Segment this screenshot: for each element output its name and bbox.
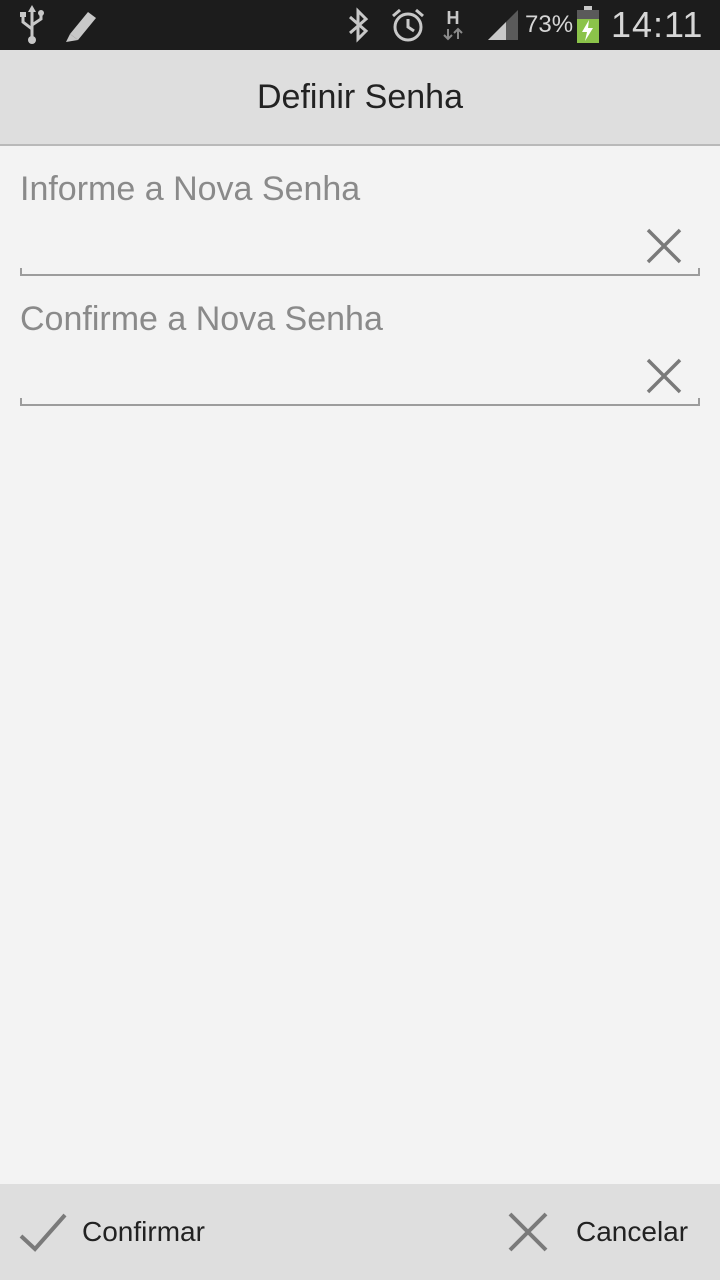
- bottom-action-bar: Confirmar Cancelar: [0, 1184, 720, 1280]
- close-icon: [646, 228, 682, 264]
- confirm-password-underline: [20, 398, 700, 406]
- status-bar: H 73% 14:11: [0, 0, 720, 50]
- page-title: Definir Senha: [256, 77, 463, 116]
- pencil-icon: [62, 0, 100, 50]
- new-password-underline: [20, 268, 700, 276]
- confirm-password-input[interactable]: [20, 350, 700, 400]
- battery-percent: 73%: [525, 11, 574, 38]
- clear-confirm-password-button[interactable]: [642, 354, 686, 398]
- clock: 14:11: [611, 4, 704, 45]
- signal-icon: [486, 0, 520, 50]
- cancel-button-label: Cancelar: [576, 1216, 689, 1247]
- new-password-label: Informe a Nova Senha: [20, 170, 361, 208]
- bluetooth-icon: [346, 0, 370, 50]
- network-type-icon: H: [442, 0, 464, 50]
- checkmark-icon: [19, 1213, 67, 1252]
- title-bar: Definir Senha: [0, 50, 720, 146]
- battery-charging-icon: [576, 0, 600, 50]
- new-password-field: Informe a Nova Senha: [20, 170, 700, 280]
- clear-new-password-button[interactable]: [642, 224, 686, 268]
- confirm-button-label: Confirmar: [82, 1216, 205, 1247]
- usb-icon: [18, 0, 46, 50]
- alarm-icon: [390, 0, 426, 50]
- confirm-password-label: Confirme a Nova Senha: [20, 300, 383, 338]
- new-password-input[interactable]: [20, 220, 700, 270]
- cancel-button[interactable]: Cancelar: [506, 1184, 688, 1280]
- close-icon: [508, 1212, 548, 1252]
- confirm-password-field: Confirme a Nova Senha: [20, 300, 700, 410]
- confirm-button[interactable]: Confirmar: [18, 1184, 205, 1280]
- close-icon: [646, 358, 682, 394]
